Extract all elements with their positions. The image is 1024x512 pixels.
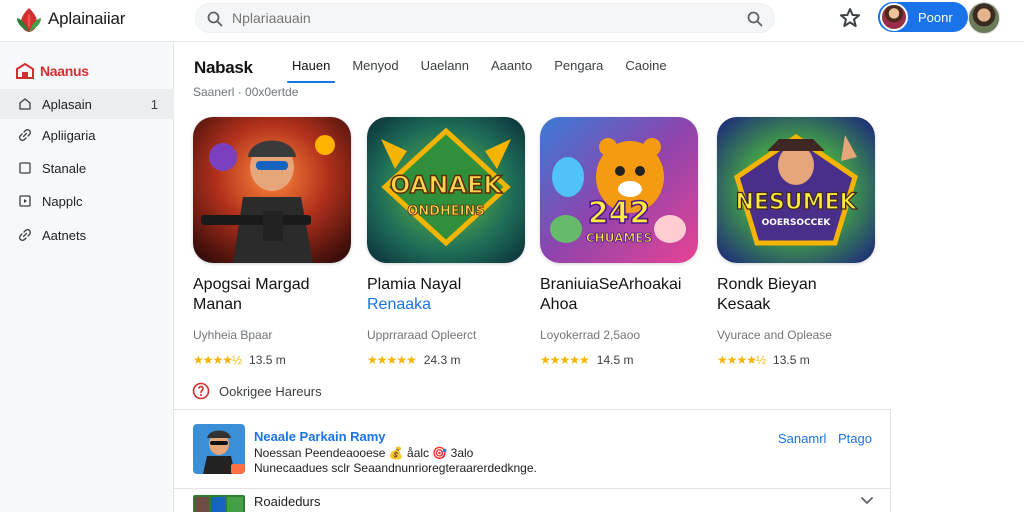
- sidebar-header: Naanus: [16, 62, 89, 80]
- sidebar: Naanus Aplasain 1 Apliigaria Stanale Nap…: [0, 42, 174, 512]
- app-thumbnail[interactable]: [193, 117, 351, 263]
- app-size: 14.5 m: [596, 353, 634, 367]
- main-content: Nabask Hauen Menyod Uaelann Aaanto Penga…: [174, 42, 1024, 512]
- user-button-label: Poonr: [918, 10, 953, 25]
- app-card[interactable]: NESUMEK OOERSOCCEK Rondk Bieyan Kesaak V…: [717, 117, 882, 372]
- avatar: [880, 3, 908, 31]
- sidebar-item-label: Aatnets: [42, 227, 87, 243]
- app-card[interactable]: 242 CHUAMES BraniuiaSeArhoakai Ahoa Loyo…: [540, 117, 705, 372]
- sidebar-item-aatnets[interactable]: Aatnets: [0, 220, 174, 250]
- rating-stars: ★★★★½: [717, 353, 766, 367]
- tab-pengara[interactable]: Pengara: [543, 58, 614, 83]
- list-item-title[interactable]: Roaidedurs: [254, 494, 321, 509]
- app-title[interactable]: Plamia Nayal Renaaka: [367, 275, 542, 315]
- list-item-link[interactable]: Sanamrl: [778, 431, 826, 446]
- play-square-icon: [19, 195, 31, 207]
- list-item-thumbnail: [193, 424, 245, 474]
- svg-text:OANAEK: OANAEK: [390, 171, 503, 199]
- avatar[interactable]: [968, 2, 1000, 34]
- app-thumbnail[interactable]: 242 CHUAMES: [540, 117, 698, 263]
- info-circle-icon: [192, 382, 210, 400]
- section-title: Nabask: [194, 58, 253, 77]
- app-card[interactable]: OANAEK ONDHEINS Plamia Nayal Renaaka Upp…: [367, 117, 532, 372]
- sidebar-item-count: 1: [150, 96, 158, 112]
- sidebar-item-label: Stanale: [42, 160, 87, 176]
- app-developer: Loyokerrad 2,5aoo: [540, 328, 641, 342]
- app-card[interactable]: Apogsai Margad Manan Uyhheia Bpaar ★★★★½…: [193, 117, 358, 372]
- list-item-description: Nunecaadues sclr Seaandnunrioregteraarer…: [254, 461, 537, 475]
- user-account-button[interactable]: Poonr: [878, 2, 968, 32]
- sidebar-item-napplc[interactable]: Napplc: [0, 186, 174, 216]
- app-title[interactable]: Rondk Bieyan Kesaak: [717, 275, 892, 315]
- list-item-meta: Noessan Peendeaooese 💰 åalc 🎯 3alo: [254, 446, 474, 460]
- app-size: 24.3 m: [423, 353, 461, 367]
- list-item[interactable]: Neaale Parkain Ramy Noessan Peendeaooese…: [174, 410, 891, 489]
- sidebar-item-label: Napplc: [42, 193, 83, 209]
- search-bar[interactable]: [195, 3, 775, 33]
- sidebar-item-label: Apliigaria: [42, 127, 96, 143]
- tab-aaanto[interactable]: Aaanto: [480, 58, 543, 83]
- app-title[interactable]: Apogsai Margad Manan: [193, 275, 368, 315]
- search-icon[interactable]: [746, 10, 764, 28]
- app-size: 13.5 m: [249, 353, 286, 367]
- app-card-row: Apogsai Margad Manan Uyhheia Bpaar ★★★★½…: [193, 117, 893, 372]
- app-developer: Uyhheia Bpaar: [193, 328, 273, 342]
- rating-stars: ★★★★★: [367, 353, 417, 367]
- app-rating: ★★★★½ 13.5 m: [717, 353, 810, 367]
- top-bar: Aplainaiiar Poonr: [0, 0, 1024, 42]
- sidebar-item-apliigaria[interactable]: Apliigaria: [0, 120, 174, 150]
- star-icon[interactable]: [838, 6, 862, 30]
- app-thumbnail[interactable]: NESUMEK OOERSOCCEK: [717, 117, 875, 263]
- svg-text:NESUMEK: NESUMEK: [735, 190, 857, 215]
- app-list-panel: Neaale Parkain Ramy Noessan Peendeaooese…: [174, 409, 891, 512]
- home-outline-icon: [19, 98, 31, 110]
- tab-caoine[interactable]: Caoine: [614, 58, 677, 83]
- app-developer: Vyurace and Oplease: [717, 328, 832, 342]
- link-icon: [19, 129, 31, 141]
- list-item-link[interactable]: Ptago: [838, 431, 872, 446]
- section-subtitle: Saanerl · 00x0ertde: [193, 85, 299, 99]
- list-item-title[interactable]: Neaale Parkain Ramy: [254, 429, 386, 444]
- svg-text:242: 242: [588, 196, 651, 231]
- app-logo[interactable]: [14, 5, 44, 35]
- rating-stars: ★★★★★: [540, 353, 590, 367]
- svg-text:ONDHEINS: ONDHEINS: [407, 204, 485, 219]
- app-size: 13.5 m: [773, 353, 810, 367]
- sidebar-item-aplasain[interactable]: Aplasain 1: [0, 89, 174, 119]
- list-item[interactable]: Roaidedurs: [174, 489, 891, 512]
- sidebar-item-label: Aplasain: [42, 96, 92, 112]
- app-rating: ★★★★½ 13.5 m: [193, 353, 286, 367]
- tab-uaelann[interactable]: Uaelann: [410, 58, 480, 83]
- tab-menyod[interactable]: Menyod: [341, 58, 409, 83]
- adventure-game-artwork: NESUMEK OOERSOCCEK: [717, 117, 875, 263]
- list-item-thumbnail: [193, 495, 245, 512]
- more-link-label: Ookrigee Hareurs: [219, 383, 322, 399]
- link-icon: [19, 229, 31, 241]
- app-thumbnail[interactable]: OANAEK ONDHEINS: [367, 117, 525, 263]
- rating-stars: ★★★★½: [193, 353, 242, 367]
- cartoon-game-artwork: 242 CHUAMES: [540, 117, 698, 263]
- app-title[interactable]: BraniuiaSeArhoakai Ahoa: [540, 275, 715, 315]
- tab-hauen[interactable]: Hauen: [281, 58, 341, 83]
- sidebar-item-stanale[interactable]: Stanale: [0, 153, 174, 183]
- more-link[interactable]: Ookrigee Hareurs: [192, 382, 322, 400]
- app-name: Aplainaiiar: [48, 9, 126, 28]
- strategy-game-artwork: OANAEK ONDHEINS: [367, 117, 525, 263]
- app-rating: ★★★★★ 14.5 m: [540, 353, 633, 367]
- chevron-down-icon[interactable]: [860, 495, 874, 507]
- square-icon: [19, 162, 31, 174]
- soldier-game-artwork: [193, 117, 351, 263]
- search-icon: [207, 11, 223, 27]
- store-icon: [16, 63, 34, 79]
- svg-text:OOERSOCCEK: OOERSOCCEK: [762, 218, 832, 228]
- svg-text:CHUAMES: CHUAMES: [586, 231, 652, 245]
- tab-bar: Hauen Menyod Uaelann Aaanto Pengara Caoi…: [281, 58, 678, 83]
- app-developer: Upprraraad Opleerct: [367, 328, 477, 342]
- sidebar-title: Naanus: [40, 63, 89, 79]
- search-input[interactable]: [232, 4, 712, 32]
- app-rating: ★★★★★ 24.3 m: [367, 353, 460, 367]
